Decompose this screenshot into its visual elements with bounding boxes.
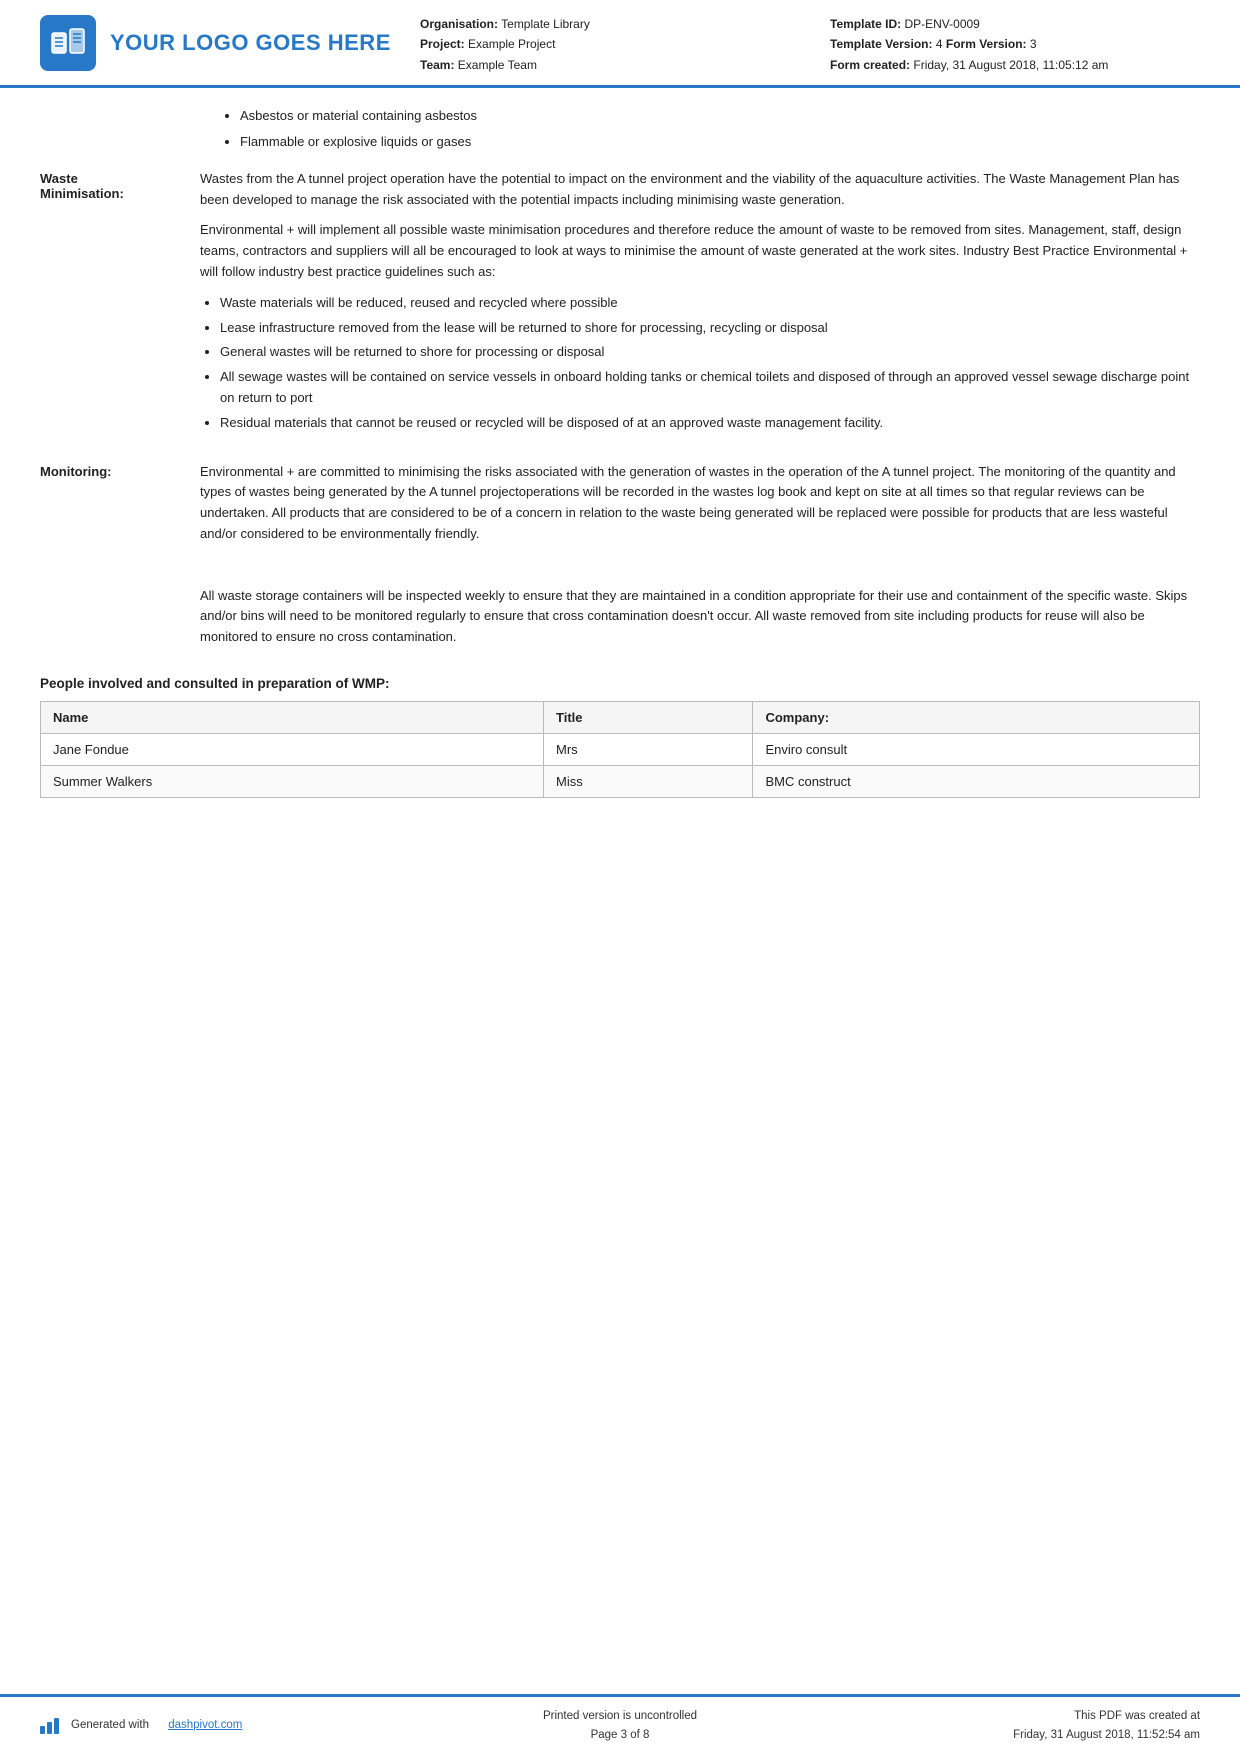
list-item: Lease infrastructure removed from the le… <box>220 318 1200 339</box>
list-item: Asbestos or material containing asbestos <box>240 106 1200 127</box>
cell-company-1: Enviro consult <box>753 733 1200 765</box>
intro-bullets: Asbestos or material containing asbestos… <box>220 106 1200 153</box>
list-item: General wastes will be returned to shore… <box>220 342 1200 363</box>
people-section: People involved and consulted in prepara… <box>40 676 1200 798</box>
monitoring-section: Monitoring: Environmental + are committe… <box>40 462 1200 658</box>
logo-area: YOUR LOGO GOES HERE <box>40 10 400 75</box>
cell-title-1: Mrs <box>544 733 753 765</box>
section-label-waste: Waste Minimisation: <box>40 169 200 444</box>
logo-text: YOUR LOGO GOES HERE <box>110 30 391 56</box>
list-item: Waste materials will be reduced, reused … <box>220 293 1200 314</box>
generated-text: Generated with <box>71 1716 149 1734</box>
template-id-row: Template ID: DP-ENV-0009 <box>830 14 1200 34</box>
header-col-left: Organisation: Template Library Project: … <box>420 14 790 75</box>
waste-para-1: Wastes from the A tunnel project operati… <box>200 169 1200 211</box>
footer-center: Printed version is uncontrolled Page 3 o… <box>427 1707 814 1744</box>
project-row: Project: Example Project <box>420 34 790 54</box>
col-header-title: Title <box>544 701 753 733</box>
waste-para-2: Environmental + will implement all possi… <box>200 220 1200 282</box>
col-header-name: Name <box>41 701 544 733</box>
team-row: Team: Example Team <box>420 55 790 75</box>
people-table: Name Title Company: Jane Fondue Mrs Envi… <box>40 701 1200 798</box>
page: YOUR LOGO GOES HERE Organisation: Templa… <box>0 0 1240 1754</box>
monitoring-para-2: All waste storage containers will be ins… <box>200 586 1200 648</box>
header-col-right: Template ID: DP-ENV-0009 Template Versio… <box>830 14 1200 75</box>
header: YOUR LOGO GOES HERE Organisation: Templa… <box>0 0 1240 88</box>
org-row: Organisation: Template Library <box>420 14 790 34</box>
section-body-waste: Wastes from the A tunnel project operati… <box>200 169 1200 444</box>
footer: Generated with dashpivot.com Printed ver… <box>0 1694 1240 1754</box>
footer-pdf-date: Friday, 31 August 2018, 11:52:54 am <box>813 1726 1200 1744</box>
list-item: All sewage wastes will be contained on s… <box>220 367 1200 409</box>
people-heading: People involved and consulted in prepara… <box>40 676 1200 691</box>
waste-minimisation-section: Waste Minimisation: Wastes from the A tu… <box>40 169 1200 444</box>
cell-name-1: Jane Fondue <box>41 733 544 765</box>
content: Asbestos or material containing asbestos… <box>0 88 1240 1694</box>
col-header-company: Company: <box>753 701 1200 733</box>
monitoring-para-1: Environmental + are committed to minimis… <box>200 462 1200 545</box>
dashpivot-icon <box>40 1718 59 1734</box>
section-body-monitoring: Environmental + are committed to minimis… <box>200 462 1200 658</box>
form-created-row: Form created: Friday, 31 August 2018, 11… <box>830 55 1200 75</box>
monitoring-para-spacer <box>200 555 1200 576</box>
footer-right: This PDF was created at Friday, 31 Augus… <box>813 1707 1200 1744</box>
logo-icon <box>40 15 96 71</box>
cell-name-2: Summer Walkers <box>41 765 544 797</box>
cell-company-2: BMC construct <box>753 765 1200 797</box>
waste-bullets: Waste materials will be reduced, reused … <box>220 293 1200 434</box>
footer-uncontrolled: Printed version is uncontrolled <box>427 1707 814 1725</box>
footer-page: Page 3 of 8 <box>427 1726 814 1744</box>
list-item: Residual materials that cannot be reused… <box>220 413 1200 434</box>
section-label-monitoring: Monitoring: <box>40 462 200 658</box>
cell-title-2: Miss <box>544 765 753 797</box>
table-row: Jane Fondue Mrs Enviro consult <box>41 733 1200 765</box>
footer-left: Generated with dashpivot.com <box>40 1716 427 1734</box>
footer-pdf-label: This PDF was created at <box>813 1707 1200 1725</box>
list-item: Flammable or explosive liquids or gases <box>240 132 1200 153</box>
header-meta: Organisation: Template Library Project: … <box>420 10 1200 75</box>
table-row: Summer Walkers Miss BMC construct <box>41 765 1200 797</box>
template-version-row: Template Version: 4 Form Version: 3 <box>830 34 1200 54</box>
dashpivot-link[interactable]: dashpivot.com <box>168 1716 242 1734</box>
